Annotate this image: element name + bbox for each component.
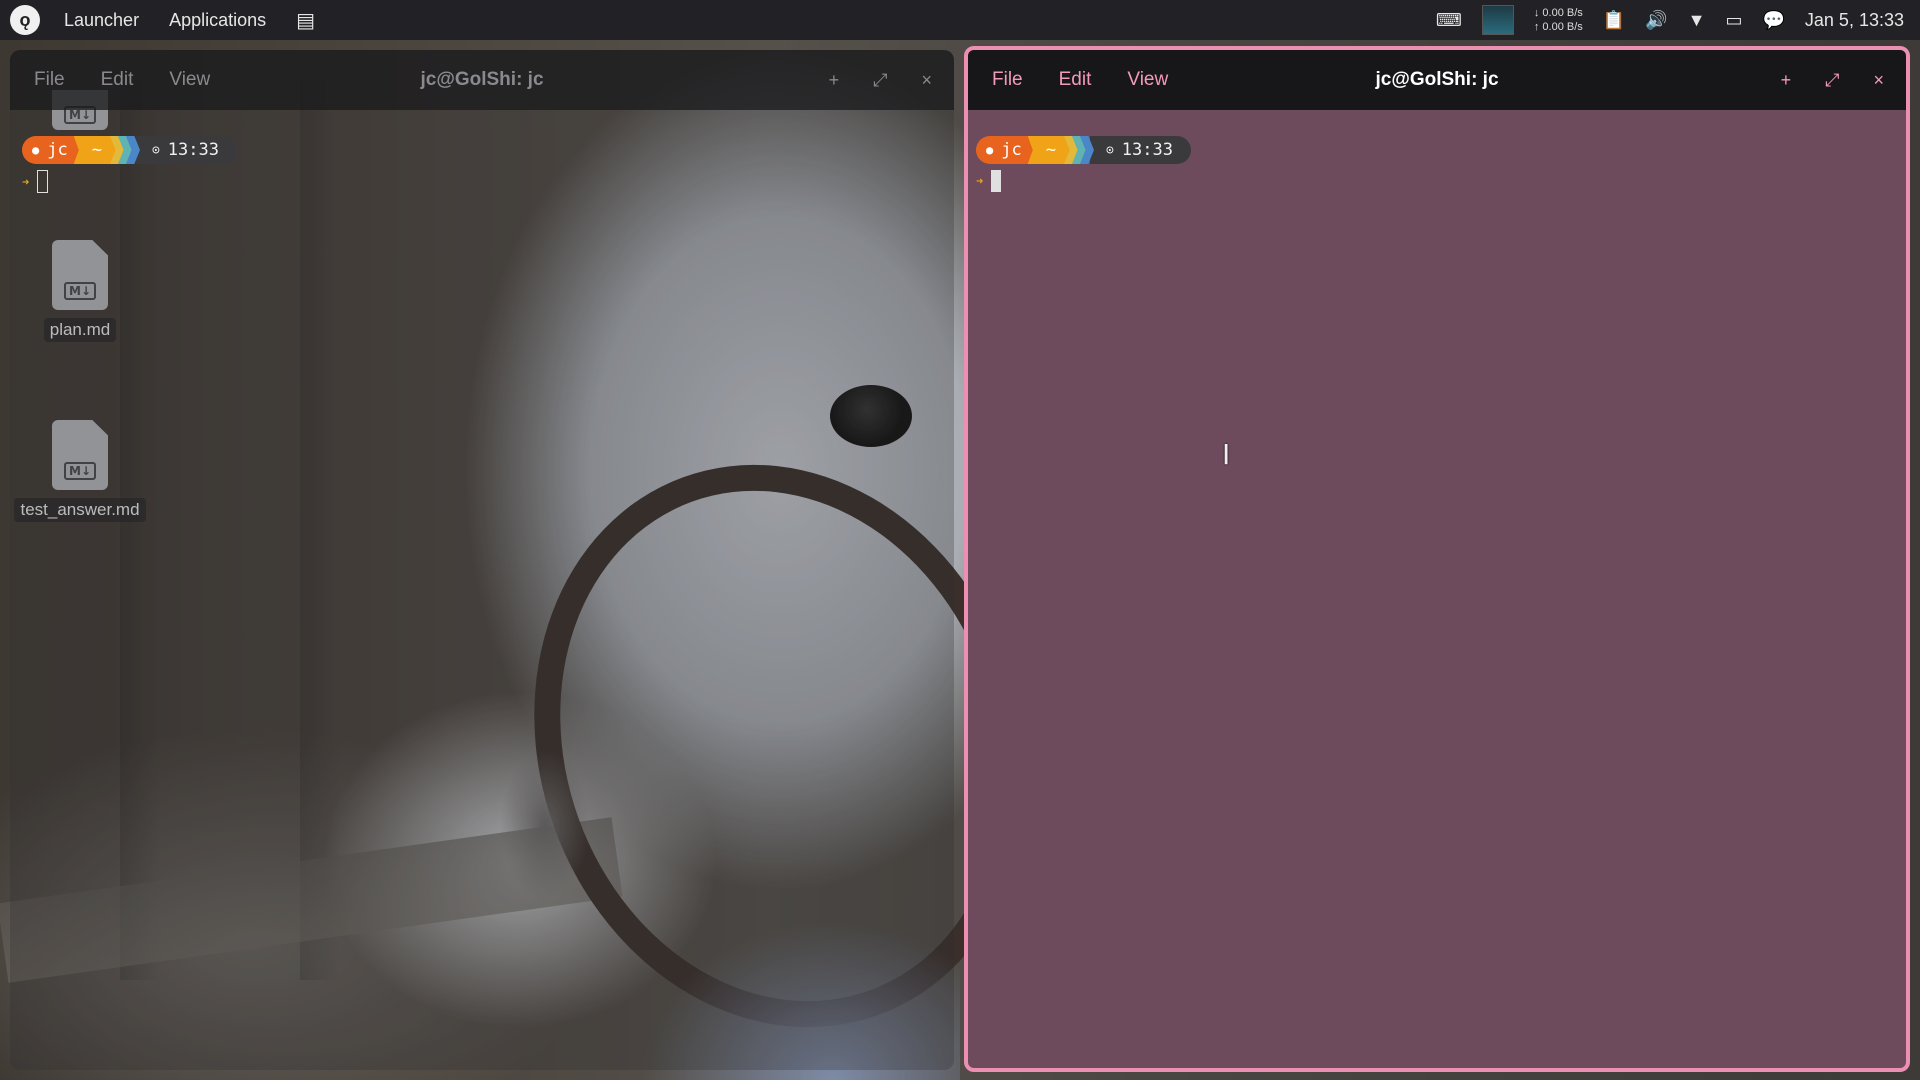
net-up-speed: ↑ 0.00 B/s	[1533, 21, 1583, 33]
menu-view[interactable]: View	[169, 69, 210, 91]
os-icon: ●	[32, 143, 40, 157]
prompt-arrow-icon: ➜	[976, 174, 984, 188]
os-icon: ●	[986, 143, 994, 157]
input-line[interactable]: ➜	[976, 170, 1002, 192]
volume-icon[interactable]: 🔊	[1645, 10, 1667, 31]
chat-icon[interactable]: 💬	[1762, 10, 1784, 31]
maximize-icon[interactable]: ⤢	[1825, 70, 1839, 91]
keyboard-icon[interactable]: ⌨	[1436, 10, 1462, 31]
ibeam-cursor-icon: I	[1222, 438, 1231, 471]
battery-icon[interactable]: ▭	[1725, 10, 1742, 31]
text-cursor	[991, 170, 1002, 192]
prompt-time-segment: ⊙ 13:33	[135, 136, 237, 164]
menu-file[interactable]: File	[34, 69, 65, 91]
clipboard-icon[interactable]: 📋	[1603, 10, 1625, 31]
clock-icon: ⊙	[1105, 142, 1114, 158]
terminal-titlebar[interactable]: File Edit View jc@GolShi: jc + ⤢ ×	[968, 50, 1906, 110]
terminal-menubar: File Edit View	[992, 69, 1168, 91]
prompt-dir: ~	[91, 140, 102, 160]
applications-menu-button[interactable]: Applications	[169, 10, 266, 31]
terminal-body[interactable]: ● jc ~ ⊙ 13:33 ➜	[968, 110, 1906, 1068]
cpu-monitor-graph[interactable]	[1481, 5, 1514, 35]
text-cursor	[37, 170, 49, 193]
terminal-body[interactable]: ● jc ~ ⊙ 13:33 ➜	[10, 110, 954, 1070]
maximize-icon[interactable]: ⤢	[873, 70, 887, 91]
input-line[interactable]: ➜	[22, 170, 49, 193]
prompt-time: 13:33	[167, 140, 219, 160]
prompt-dir: ~	[1045, 140, 1056, 160]
menu-view[interactable]: View	[1127, 69, 1168, 91]
notes-icon[interactable]: ▤	[296, 8, 315, 33]
new-tab-icon[interactable]: +	[1781, 70, 1792, 91]
menu-edit[interactable]: Edit	[1059, 69, 1092, 91]
prompt-user: jc	[1001, 140, 1022, 160]
shell-prompt: ● jc ~ ⊙ 13:33	[22, 136, 237, 164]
prompt-dir-segment: ~	[73, 136, 116, 164]
launcher-button[interactable]: Launcher	[64, 10, 139, 31]
net-down-speed: ↓ 0.00 B/s	[1533, 7, 1583, 19]
window-controls: + ⤢ ×	[1781, 70, 1884, 91]
network-speed-indicator[interactable]: ↓ 0.00 B/s ↑ 0.00 B/s	[1534, 6, 1583, 34]
prompt-arrow-icon: ➜	[22, 174, 30, 189]
terminal-window-right[interactable]: File Edit View jc@GolShi: jc + ⤢ × ● jc …	[964, 46, 1910, 1072]
terminal-menubar: File Edit View	[34, 69, 210, 91]
system-logo-icon[interactable]: ǫ	[10, 5, 40, 35]
shell-prompt: ● jc ~ ⊙ 13:33	[976, 136, 1191, 164]
prompt-user-segment: ● jc	[976, 136, 1034, 164]
terminal-window-left[interactable]: File Edit View jc@GolShi: jc + ⤢ × ● jc …	[10, 50, 954, 1070]
clock-icon: ⊙	[151, 142, 160, 158]
top-panel: ǫ Launcher Applications ▤ ⌨ ↓ 0.00 B/s ↑…	[0, 0, 1920, 40]
menu-edit[interactable]: Edit	[101, 69, 134, 91]
prompt-dir-segment: ~	[1027, 136, 1070, 164]
window-controls: + ⤢ ×	[829, 70, 932, 91]
prompt-user-segment: ● jc	[22, 136, 80, 164]
prompt-user: jc	[47, 140, 68, 160]
wifi-icon[interactable]: ▼	[1688, 10, 1706, 31]
prompt-time-segment: ⊙ 13:33	[1089, 136, 1191, 164]
new-tab-icon[interactable]: +	[829, 70, 840, 91]
terminal-titlebar[interactable]: File Edit View jc@GolShi: jc + ⤢ ×	[10, 50, 954, 110]
prompt-time: 13:33	[1121, 140, 1173, 160]
close-icon[interactable]: ×	[1873, 70, 1884, 91]
clock[interactable]: Jan 5, 13:33	[1805, 10, 1904, 31]
menu-file[interactable]: File	[992, 69, 1023, 91]
system-tray: ⌨ ↓ 0.00 B/s ↑ 0.00 B/s 📋 🔊 ▼ ▭ 💬 Jan 5,…	[1436, 5, 1904, 35]
close-icon[interactable]: ×	[921, 70, 932, 91]
